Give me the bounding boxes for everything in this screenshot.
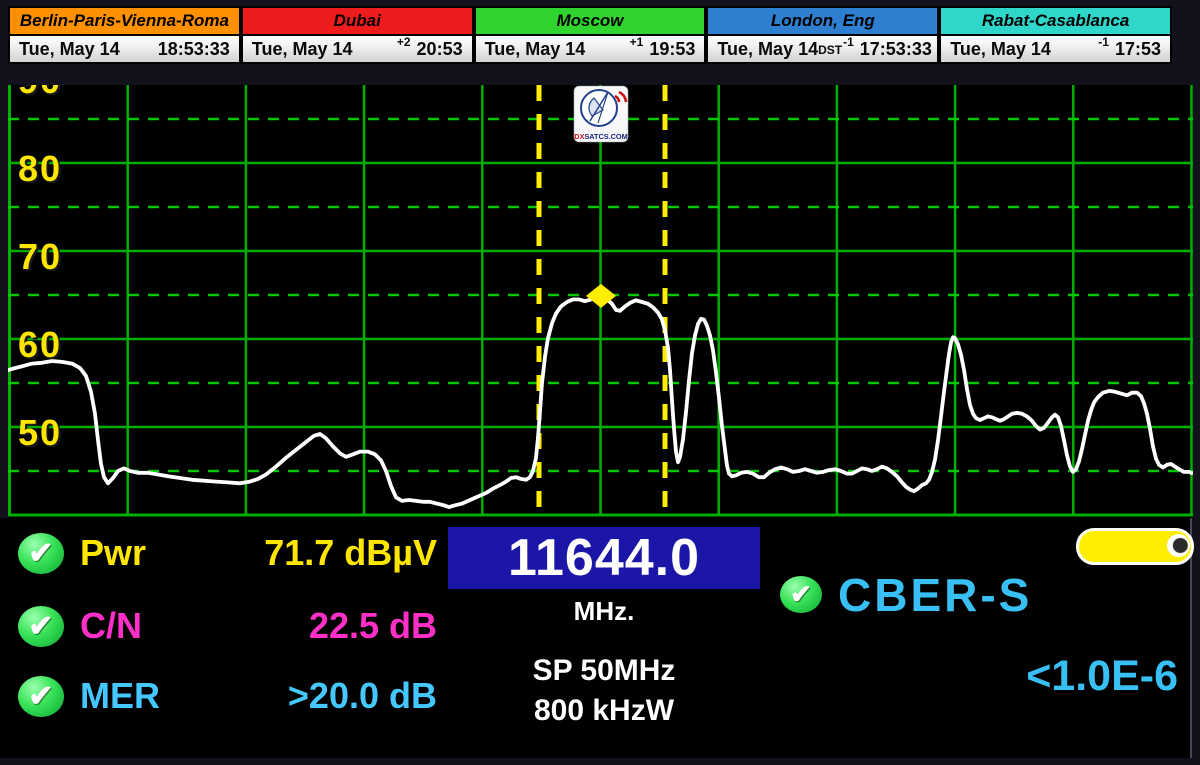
clock-date: Tue, May 14 bbox=[19, 39, 120, 60]
dxsatcs-logo: DXSATCS.COM bbox=[573, 85, 629, 143]
clock-time: 19:53 bbox=[649, 39, 695, 60]
clock-moscow: Moscow Tue, May 14 +1 19:53 bbox=[474, 6, 707, 72]
world-clock-bar: Berlin-Paris-Vienna-Roma Tue, May 14 18:… bbox=[8, 6, 1172, 72]
frequency-display[interactable]: 11644.0 bbox=[448, 527, 760, 589]
measurement-panel: ✔ Pwr 71.7 dBµV ✔ C/N 22.5 dB ✔ MER >20.… bbox=[0, 518, 1192, 758]
clock-time: 17:53:33 bbox=[860, 39, 932, 60]
clock-time: 20:53 bbox=[417, 39, 463, 60]
cber-label: CBER-S bbox=[838, 568, 1032, 622]
clock-date: Tue, May 14 bbox=[252, 39, 353, 60]
clock-offset: +1 bbox=[630, 35, 644, 49]
clock-time-rabat: Tue, May 14 -1 17:53 bbox=[939, 36, 1172, 64]
mer-value: >20.0 dB bbox=[180, 676, 437, 716]
city-label-london: London, Eng bbox=[706, 6, 939, 36]
clock-time-dubai: Tue, May 14 +2 20:53 bbox=[241, 36, 474, 64]
mer-ok-check-icon: ✔ bbox=[18, 676, 64, 717]
clock-rabat: Rabat-Casablanca Tue, May 14 -1 17:53 bbox=[939, 6, 1172, 72]
spectrum-plot: 90 80 70 60 50 DXSATCS.COM bbox=[8, 85, 1193, 518]
pwr-value: 71.7 dBµV bbox=[180, 533, 437, 573]
pwr-label: Pwr bbox=[80, 533, 146, 573]
clock-dubai: Dubai Tue, May 14 +2 20:53 bbox=[241, 6, 474, 72]
bandwidth-setting: 800 kHzW bbox=[448, 694, 760, 728]
clock-date: Tue, May 14 bbox=[950, 39, 1051, 60]
mer-label: MER bbox=[80, 676, 160, 716]
cber-value: <1.0E-6 bbox=[900, 652, 1178, 701]
pwr-ok-check-icon: ✔ bbox=[18, 533, 64, 574]
clock-time: 17:53 bbox=[1115, 39, 1161, 60]
y-tick-80: 80 bbox=[18, 151, 62, 187]
clock-time: 18:53:33 bbox=[158, 39, 230, 60]
spectrum-canvas bbox=[8, 85, 1193, 518]
cn-ok-check-icon: ✔ bbox=[18, 606, 64, 647]
clock-time-london: Tue, May 14 DST -1 17:53:33 bbox=[706, 36, 939, 64]
logo-brand-rest: SATCS.COM bbox=[584, 132, 627, 141]
y-tick-60: 60 bbox=[18, 327, 62, 363]
cber-ok-check-icon: ✔ bbox=[780, 576, 822, 613]
y-tick-90: 90 bbox=[18, 85, 62, 99]
clock-date: Tue, May 14 bbox=[485, 39, 586, 60]
clock-london: London, Eng Tue, May 14 DST -1 17:53:33 bbox=[706, 6, 939, 72]
clock-time-berlin: Tue, May 14 18:53:33 bbox=[8, 36, 241, 64]
clock-offset: +2 bbox=[397, 35, 411, 49]
city-label-moscow: Moscow bbox=[474, 6, 707, 36]
logo-brand-dx: DX bbox=[574, 132, 584, 141]
cn-value: 22.5 dB bbox=[180, 606, 437, 646]
marker-toggle[interactable] bbox=[1076, 528, 1194, 565]
y-tick-70: 70 bbox=[18, 239, 62, 275]
clock-time-moscow: Tue, May 14 +1 19:53 bbox=[474, 36, 707, 64]
clock-berlin: Berlin-Paris-Vienna-Roma Tue, May 14 18:… bbox=[8, 6, 241, 72]
clock-offset: -1 bbox=[1098, 35, 1109, 49]
clock-offset-prefix: DST bbox=[818, 43, 842, 57]
toggle-knob-icon[interactable] bbox=[1167, 534, 1190, 557]
frequency-unit: MHz. bbox=[448, 596, 760, 627]
y-tick-50: 50 bbox=[18, 415, 62, 451]
city-label-dubai: Dubai bbox=[241, 6, 474, 36]
span-setting: SP 50MHz bbox=[448, 654, 760, 688]
city-label-rabat: Rabat-Casablanca bbox=[939, 6, 1172, 36]
city-label-berlin: Berlin-Paris-Vienna-Roma bbox=[8, 6, 241, 36]
clock-offset: -1 bbox=[843, 35, 854, 49]
cn-label: C/N bbox=[80, 606, 142, 646]
clock-date: Tue, May 14 bbox=[717, 39, 818, 60]
svg-text:DXSATCS.COM: DXSATCS.COM bbox=[574, 132, 627, 141]
